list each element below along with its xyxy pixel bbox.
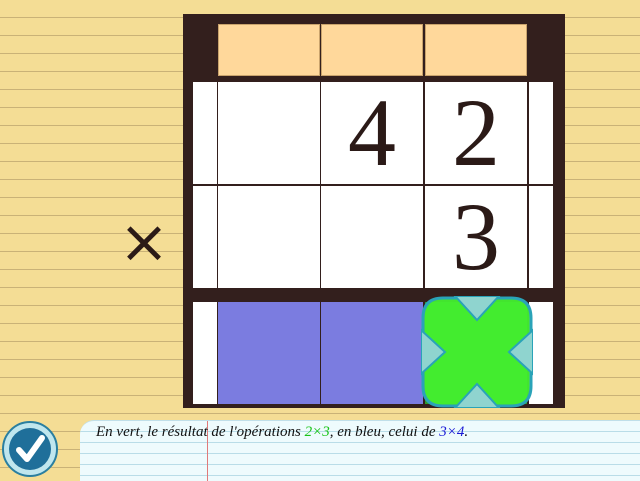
check-icon[interactable] <box>1 420 59 478</box>
edge-cell-left <box>193 186 217 288</box>
instruction-panel: En vert, le résultat de l'opérations 2×3… <box>80 420 640 481</box>
carry-cell-2[interactable] <box>321 24 423 76</box>
edge-cell-right <box>529 82 553 184</box>
instruction-suffix: . <box>464 424 469 440</box>
move-cursor-icon[interactable] <box>421 296 533 408</box>
edge-cell-left <box>193 302 217 404</box>
multiplicand-digit-3: 2 <box>425 82 527 184</box>
carry-cell-1[interactable] <box>218 24 320 76</box>
multiplier-digit-2 <box>321 186 423 288</box>
multiplier-digit-3: 3 <box>425 186 527 288</box>
instruction-middle: , en bleu, celui de <box>329 424 440 440</box>
instruction-blue-term: 3×4 <box>439 424 465 440</box>
instruction-prefix: En vert, le résultat de l'opérations <box>96 424 305 440</box>
instruction-text: En vert, le résultat de l'opérations 2×3… <box>96 424 468 441</box>
edge-cell-left <box>193 82 217 184</box>
result-cell-1[interactable] <box>218 302 320 404</box>
edge-cell-right <box>529 186 553 288</box>
instruction-green-term: 2×3 <box>304 424 330 440</box>
result-cell-2[interactable] <box>321 302 423 404</box>
multiplication-sign: × <box>118 207 170 277</box>
carry-cell-3[interactable] <box>425 24 527 76</box>
multiplier-digit-1 <box>218 186 320 288</box>
multiplicand-digit-1 <box>218 82 320 184</box>
multiplicand-digit-2: 4 <box>321 82 423 184</box>
